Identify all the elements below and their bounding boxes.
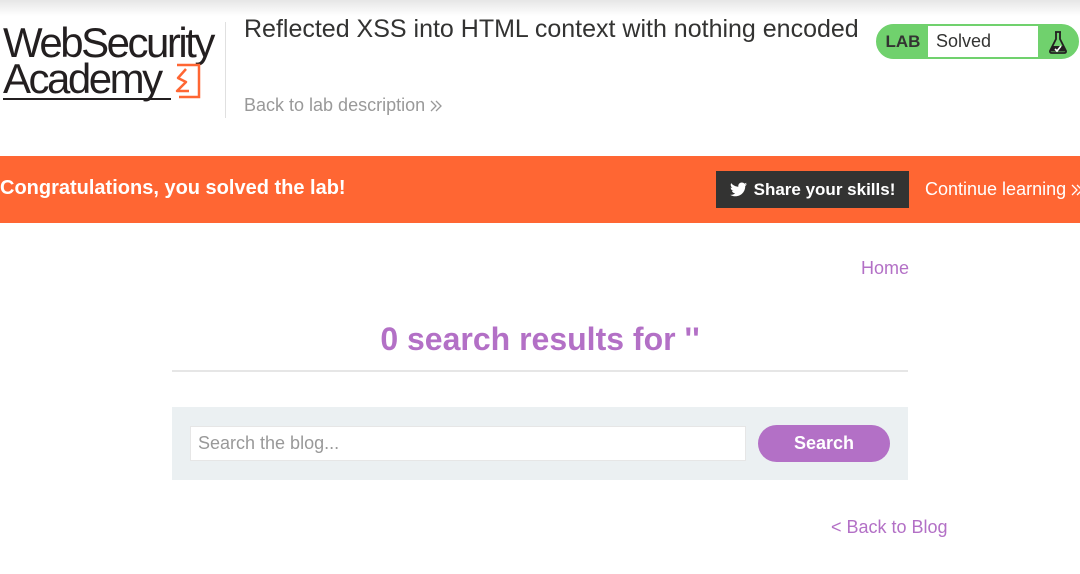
- portswigger-lightning-icon: [175, 63, 201, 99]
- share-skills-button[interactable]: Share your skills!: [716, 171, 909, 208]
- search-button[interactable]: Search: [758, 425, 890, 462]
- top-shadow: [0, 0, 1080, 16]
- heading-divider: [172, 370, 908, 372]
- home-link[interactable]: Home: [861, 258, 909, 279]
- continue-learning-link[interactable]: Continue learning: [925, 179, 1080, 200]
- lab-solved-banner: Congratulations, you solved the lab! Sha…: [0, 156, 1080, 223]
- lab-status-text: Solved: [928, 26, 1038, 57]
- back-to-blog-link[interactable]: < Back to Blog: [831, 517, 948, 538]
- lab-badge: LAB: [878, 26, 928, 57]
- double-chevron-right-icon: [1070, 183, 1080, 197]
- lab-title: Reflected XSS into HTML context with not…: [244, 15, 859, 43]
- congratulations-message: Congratulations, you solved the lab!: [0, 177, 346, 199]
- flask-check-icon: [1038, 26, 1077, 57]
- search-panel: Search: [172, 407, 908, 480]
- header-divider: [225, 22, 226, 118]
- lab-header: WebSecurity Academy Reflected XSS into H…: [0, 0, 1080, 156]
- double-chevron-right-icon: [429, 99, 443, 113]
- continue-learning-label: Continue learning: [925, 179, 1067, 199]
- search-input[interactable]: [190, 426, 746, 461]
- logo-underline: [3, 98, 171, 100]
- lab-status-widget: LAB Solved: [876, 24, 1079, 59]
- share-skills-label: Share your skills!: [753, 179, 896, 199]
- twitter-icon: [729, 182, 747, 197]
- web-security-academy-logo[interactable]: WebSecurity Academy: [3, 22, 223, 102]
- back-to-lab-description-link[interactable]: Back to lab description: [244, 95, 443, 116]
- search-results-heading: 0 search results for '': [380, 321, 700, 357]
- logo-text-line2: Academy: [3, 55, 163, 102]
- back-to-lab-description-label: Back to lab description: [244, 95, 426, 115]
